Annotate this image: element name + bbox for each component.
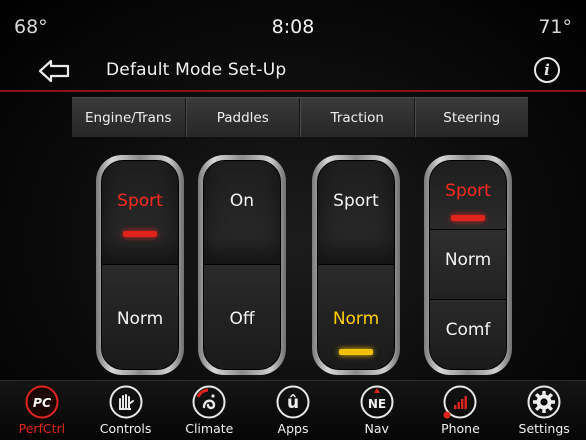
apps-glyph: û <box>287 393 299 413</box>
paddles-off-label: Off <box>229 309 255 329</box>
selected-indicator <box>339 349 373 355</box>
nav-climate[interactable]: Climate <box>167 381 251 440</box>
perfctrl-glyph: PC <box>33 395 52 410</box>
nav-glyph: NE <box>368 397 386 411</box>
nav-label-controls: Controls <box>99 421 152 436</box>
engine-trans-selector: Sport Norm <box>96 155 184 375</box>
nav-controls[interactable]: Controls <box>84 381 168 440</box>
phone-signal-icon <box>443 385 477 419</box>
steering-norm-option[interactable]: Norm <box>430 230 506 300</box>
compass-nav-icon: NE <box>360 385 394 419</box>
traction-norm-option[interactable]: Norm <box>318 265 394 369</box>
back-arrow-icon[interactable] <box>38 58 72 84</box>
nav-label-settings: Settings <box>518 421 570 436</box>
steering-selector: Sport Norm Comf <box>424 155 512 375</box>
traction-norm-label: Norm <box>332 309 380 329</box>
nav-label-perfctrl: PerfCtrl <box>18 421 66 436</box>
engine-sport-option[interactable]: Sport <box>102 161 178 265</box>
steering-sport-label: Sport <box>445 181 491 201</box>
header: Default Mode Set-Up i <box>0 56 586 92</box>
paddles-on-option[interactable]: On <box>204 161 280 265</box>
tab-engine-trans[interactable]: Engine/Trans <box>72 98 186 137</box>
nav-label-apps: Apps <box>277 421 309 436</box>
gear-icon <box>527 385 561 419</box>
steering-comf-option[interactable]: Comf <box>430 299 506 369</box>
tab-traction[interactable]: Traction <box>300 98 415 137</box>
apps-icon: û <box>276 385 310 419</box>
traction-selector: Sport Norm <box>312 155 400 375</box>
tab-paddles[interactable]: Paddles <box>185 98 300 137</box>
traction-sport-option[interactable]: Sport <box>318 161 394 265</box>
nav-phone[interactable]: Phone <box>419 381 503 440</box>
nav-label-phone: Phone <box>441 421 480 436</box>
climate-icon <box>192 385 226 419</box>
selected-indicator <box>123 231 157 237</box>
perfctrl-icon: PC <box>25 385 59 419</box>
page-title: Default Mode Set-Up <box>106 60 287 80</box>
engine-norm-option[interactable]: Norm <box>102 265 178 369</box>
outside-temp-right: 71° <box>538 16 572 38</box>
bottom-nav: PC PerfCtrl Controls Climate û Apps NE N… <box>0 380 586 440</box>
steering-sport-option[interactable]: Sport <box>430 161 506 231</box>
nav-label-nav: Nav <box>364 421 389 436</box>
nav-apps[interactable]: û Apps <box>251 381 335 440</box>
engine-sport-label: Sport <box>117 191 163 211</box>
nav-nav[interactable]: NE Nav <box>335 381 419 440</box>
steering-norm-label: Norm <box>444 250 492 271</box>
tab-steering[interactable]: Steering <box>414 98 529 137</box>
selected-indicator <box>451 215 485 221</box>
paddles-off-option[interactable]: Off <box>204 265 280 369</box>
steering-comf-label: Comf <box>445 319 491 340</box>
nav-perfctrl[interactable]: PC PerfCtrl <box>0 381 84 440</box>
nav-settings[interactable]: Settings <box>502 381 586 440</box>
engine-norm-label: Norm <box>116 309 164 329</box>
info-icon[interactable]: i <box>534 57 560 83</box>
category-tabs: Engine/Trans Paddles Traction Steering <box>72 97 528 137</box>
traction-sport-label: Sport <box>333 191 379 211</box>
screen: 68° 8:08 71° Default Mode Set-Up i Engin… <box>0 0 586 440</box>
status-bar: 68° 8:08 71° <box>0 0 586 46</box>
nav-label-climate: Climate <box>185 421 234 436</box>
hand-controls-icon <box>109 385 143 419</box>
paddles-selector: On Off <box>198 155 286 375</box>
clock: 8:08 <box>271 16 315 38</box>
paddles-on-label: On <box>229 191 255 211</box>
